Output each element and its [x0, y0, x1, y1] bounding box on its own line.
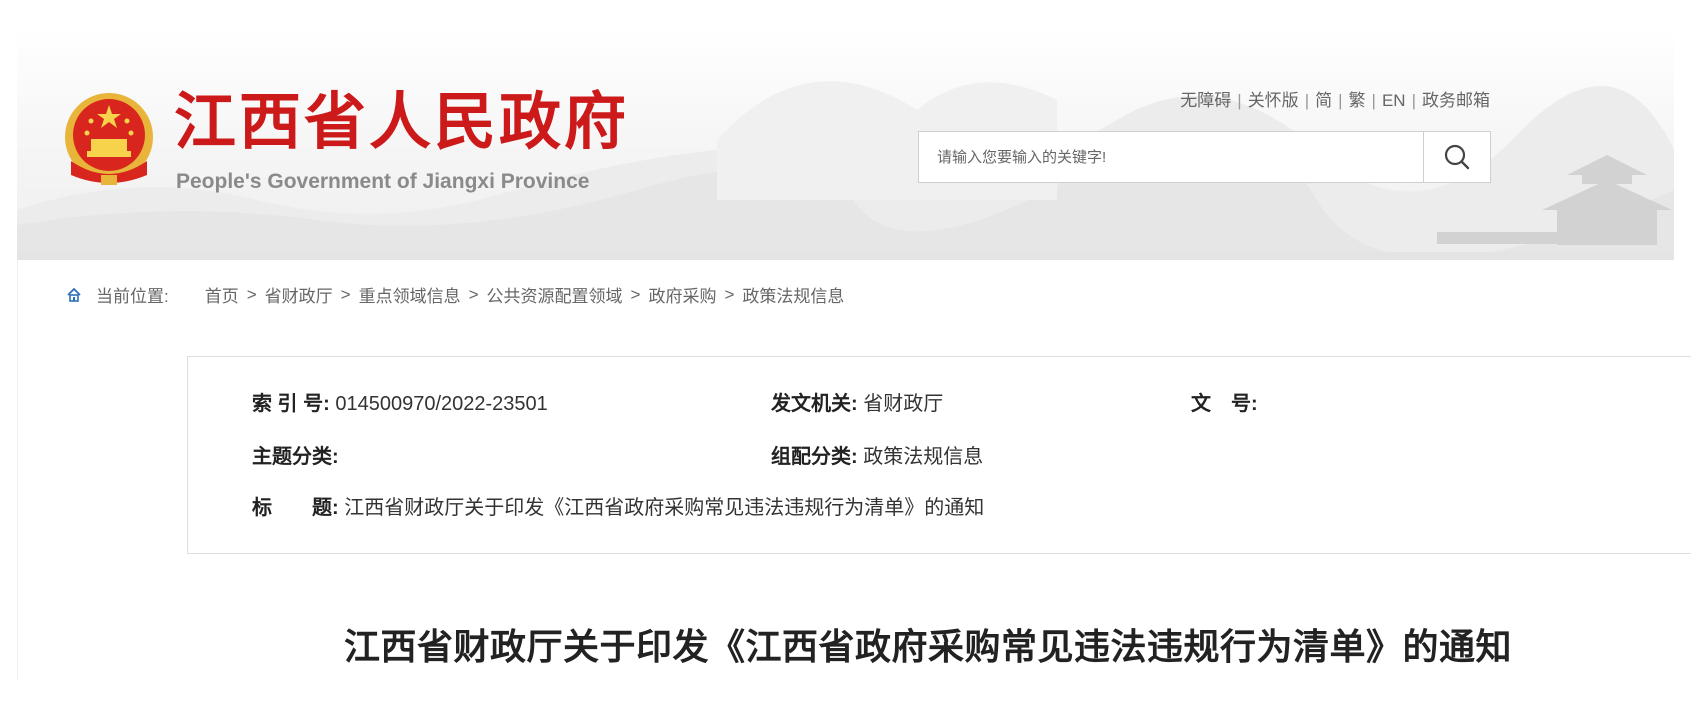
assembly-category-label: 组配分类:	[771, 446, 858, 468]
topic-category-label: 主题分类:	[252, 446, 339, 468]
top-links: 无障碍 | 关怀版 | 简 | 繁 | EN | 政务邮箱	[1180, 91, 1490, 110]
assembly-category-value: 政策法规信息	[863, 446, 984, 468]
content-border	[17, 260, 18, 680]
document-title: 标 题: 江西省财政厅关于印发《江西省政府采购常见违法违规行为清单》的通知	[252, 491, 984, 520]
document-title-label: 标 题:	[252, 497, 339, 519]
link-english[interactable]: EN	[1382, 91, 1406, 110]
site-header: 江西省人民政府 People's Government of Jiangxi P…	[17, 0, 1674, 252]
search-input[interactable]	[919, 132, 1424, 182]
index-number-value: 014500970/2022-23501	[335, 393, 548, 415]
assembly-category: 组配分类: 政策法规信息	[771, 440, 983, 469]
document-title-value: 江西省财政厅关于印发《江西省政府采购常见违法违规行为清单》的通知	[344, 497, 985, 519]
breadcrumb-policy-regulations[interactable]: 政策法规信息	[742, 282, 844, 307]
breadcrumb-home[interactable]: 首页	[205, 282, 239, 307]
breadcrumb-label: 当前位置:	[96, 287, 169, 306]
search-button[interactable]	[1423, 132, 1490, 182]
search-box	[918, 131, 1491, 183]
breadcrumb: 当前位置: 首页 > 省财政厅 > 重点领域信息 > 公共资源配置领域 > 政府采购 > …	[66, 282, 844, 307]
breadcrumb-finance-dept[interactable]: 省财政厅	[265, 282, 333, 307]
link-care-version[interactable]: 关怀版	[1248, 91, 1299, 110]
site-subtitle: People's Government of Jiangxi Province	[176, 170, 590, 193]
home-icon	[66, 287, 82, 303]
search-icon	[1444, 144, 1470, 170]
breadcrumb-key-areas[interactable]: 重点领域信息	[359, 282, 461, 307]
breadcrumb-gov-procurement[interactable]: 政府采购	[648, 282, 716, 307]
issuing-authority-label: 发文机关:	[771, 393, 858, 415]
site-title[interactable]: 江西省人民政府	[174, 91, 629, 153]
link-gov-mail[interactable]: 政务邮箱	[1422, 91, 1490, 110]
topic-category: 主题分类:	[252, 440, 339, 469]
link-accessibility[interactable]: 无障碍	[1180, 91, 1231, 110]
issuing-authority-value: 省财政厅	[863, 393, 944, 415]
national-emblem-icon	[61, 91, 157, 189]
header-divider	[17, 252, 1674, 260]
document-number: 文 号:	[1191, 387, 1258, 416]
breadcrumb-public-resources[interactable]: 公共资源配置领域	[487, 282, 623, 307]
article-title: 江西省财政厅关于印发《江西省政府采购常见违法违规行为清单》的通知	[344, 627, 1513, 668]
index-number-label: 索 引 号:	[252, 393, 330, 415]
link-traditional[interactable]: 繁	[1349, 91, 1366, 110]
index-number: 索 引 号: 014500970/2022-23501	[252, 387, 548, 416]
issuing-authority: 发文机关: 省财政厅	[771, 387, 943, 416]
document-number-label: 文 号:	[1191, 393, 1258, 415]
document-info-box: 索 引 号: 014500970/2022-23501 发文机关: 省财政厅 文…	[187, 356, 1691, 554]
link-simplified[interactable]: 简	[1315, 91, 1332, 110]
